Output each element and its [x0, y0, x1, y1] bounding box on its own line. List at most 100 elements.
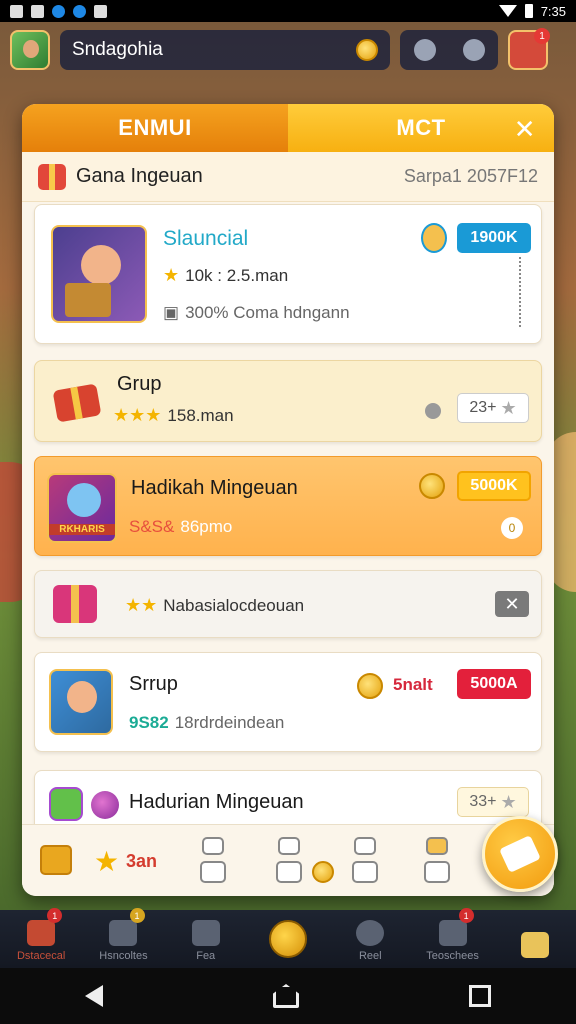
nav-item-tasks[interactable]: 1 Hsncoltes — [82, 908, 164, 962]
player-avatar[interactable] — [10, 30, 50, 70]
list-icon — [520, 932, 549, 958]
nav-item-list[interactable] — [494, 912, 576, 962]
wifi-icon — [498, 5, 517, 17]
list-item[interactable]: ★★ Nabasialocdeouan ✕ — [34, 570, 542, 638]
item-meta: S&S& 86pmo — [129, 517, 232, 537]
coin-icon — [312, 861, 334, 883]
top-bar: Sndagohia 1 — [10, 28, 566, 72]
thumbnail-label: RKHARIS — [49, 524, 115, 535]
system-nav-bar — [0, 968, 576, 1024]
coin-amount: 5nalt — [393, 675, 433, 694]
medal-icon — [421, 223, 447, 253]
game-thumbnail — [49, 787, 83, 821]
nav-label: Fea — [196, 950, 216, 962]
house-icon — [191, 920, 220, 946]
coin-icon — [268, 920, 307, 958]
section-header: Gana Ingeuan Sarpa1 2057F12 — [22, 152, 554, 202]
value-tag-text: 33+ — [469, 793, 497, 810]
team-icon — [438, 920, 467, 946]
item-title: Hadurian Mingeuan — [129, 791, 304, 813]
megaphone-icon — [499, 835, 541, 873]
chest-icon[interactable] — [40, 845, 72, 875]
app-icon — [52, 4, 65, 18]
star-icon: ★ — [163, 265, 180, 285]
notification-icon — [10, 4, 23, 18]
list-item[interactable]: Srrup 9S82 18rdrdeindean 5nalt 5000A — [34, 652, 542, 752]
star-icon: ★★ — [125, 595, 158, 615]
value-tag[interactable]: 23+ ★ — [457, 393, 529, 423]
app-icon — [73, 4, 86, 18]
recent-apps-icon[interactable] — [469, 985, 491, 1007]
chat-icon — [356, 920, 385, 946]
list-item[interactable]: Slauncial ★ 10k : 2.5.man ▣ 300% Coma hd… — [34, 204, 542, 344]
value-tag[interactable]: 5000A — [457, 669, 531, 699]
tool-slot[interactable] — [424, 837, 452, 885]
dismiss-button[interactable]: ✕ — [495, 591, 529, 617]
tool-slot[interactable] — [200, 837, 228, 885]
star-icon: ★ — [500, 791, 517, 812]
back-icon[interactable] — [85, 985, 103, 1007]
nav-item-center[interactable] — [247, 912, 329, 962]
notification-badge: 1 — [534, 28, 550, 44]
coin-icon — [357, 673, 383, 699]
tab-enmui[interactable]: ENMUI — [22, 104, 288, 152]
star-count: 3an — [126, 851, 158, 871]
item-meta: ★★★ 158.man — [113, 405, 234, 426]
chest-icon — [52, 383, 102, 423]
scroll-indicator — [519, 257, 527, 327]
nav-label: Hsncoltes — [99, 950, 148, 962]
coin-icon — [356, 39, 378, 61]
battery-icon — [524, 4, 533, 18]
gift-button[interactable]: 1 — [508, 28, 550, 70]
nav-item-building[interactable]: Fea — [165, 912, 247, 962]
nav-item-reel[interactable]: Reel — [329, 912, 411, 962]
player-name-box[interactable]: Sndagohia — [60, 30, 390, 70]
tools-icon[interactable] — [413, 39, 436, 61]
item-meta: ★ 10k : 2.5.man — [163, 265, 288, 286]
gift-icon — [53, 585, 97, 623]
tool-slot[interactable] — [352, 837, 380, 885]
panel-toolbar: ★ 3an — [22, 824, 554, 896]
player-name: Sndagohia — [72, 39, 163, 60]
status-time: 7:35 — [540, 3, 566, 19]
status-bar: 7:35 — [0, 0, 576, 22]
notification-badge: 1 — [129, 908, 145, 923]
gift-icon — [38, 163, 66, 190]
character-thumbnail — [49, 669, 113, 735]
checkmark-icon — [109, 920, 138, 946]
panel-tabs: ENMUI MCT ✕ — [22, 104, 554, 152]
tab-mct[interactable]: MCT ✕ — [288, 104, 554, 152]
nav-item-home[interactable]: 1 Dstacecal — [0, 908, 82, 962]
item-title: Srrup — [129, 673, 178, 695]
nav-label: Teoschees — [426, 950, 479, 962]
item-meta: ▣ 300% Coma hdngann — [163, 303, 350, 323]
item-meta-text: 10k : 2.5.man — [185, 265, 289, 285]
notification-icon — [31, 4, 44, 18]
item-meta: 9S82 18rdrdeindean — [129, 713, 284, 733]
item-meta-text: 18rdrdeindean — [174, 713, 285, 732]
value-tag[interactable]: 1900K — [457, 223, 531, 253]
section-title: Gana Ingeuan — [76, 165, 203, 187]
star-icon: ★★★ — [113, 405, 162, 425]
nav-label: Dstacecal — [16, 950, 66, 962]
tools-box — [400, 30, 498, 70]
tool-slot[interactable] — [276, 837, 304, 885]
search-icon[interactable] — [462, 39, 485, 61]
game-thumbnail: RKHARIS — [47, 473, 117, 543]
value-tag[interactable]: 33+ ★ — [457, 787, 529, 817]
orb-icon — [91, 791, 119, 819]
item-meta-red: S&S& — [129, 517, 175, 536]
character-thumbnail — [51, 225, 147, 323]
list-item[interactable]: Grup ★★★ 158.man 23+ ★ — [34, 360, 542, 442]
home-icon[interactable] — [273, 984, 299, 1008]
tab-mct-label: MCT — [396, 115, 446, 140]
close-icon[interactable]: ✕ — [514, 114, 536, 145]
item-title: Hadikah Mingeuan — [131, 477, 298, 499]
item-meta: ★★ Nabasialocdeouan — [125, 595, 304, 616]
megaphone-button[interactable] — [482, 816, 558, 892]
star-icon: ★ — [500, 397, 517, 418]
list-item-highlighted[interactable]: RKHARIS Hadikah Mingeuan S&S& 86pmo 5000… — [34, 456, 542, 556]
item-meta-text: 300% Coma hdngann — [185, 303, 350, 322]
value-tag[interactable]: 5000K — [457, 471, 531, 501]
nav-item-team[interactable]: 1 Teoschees — [411, 908, 493, 962]
